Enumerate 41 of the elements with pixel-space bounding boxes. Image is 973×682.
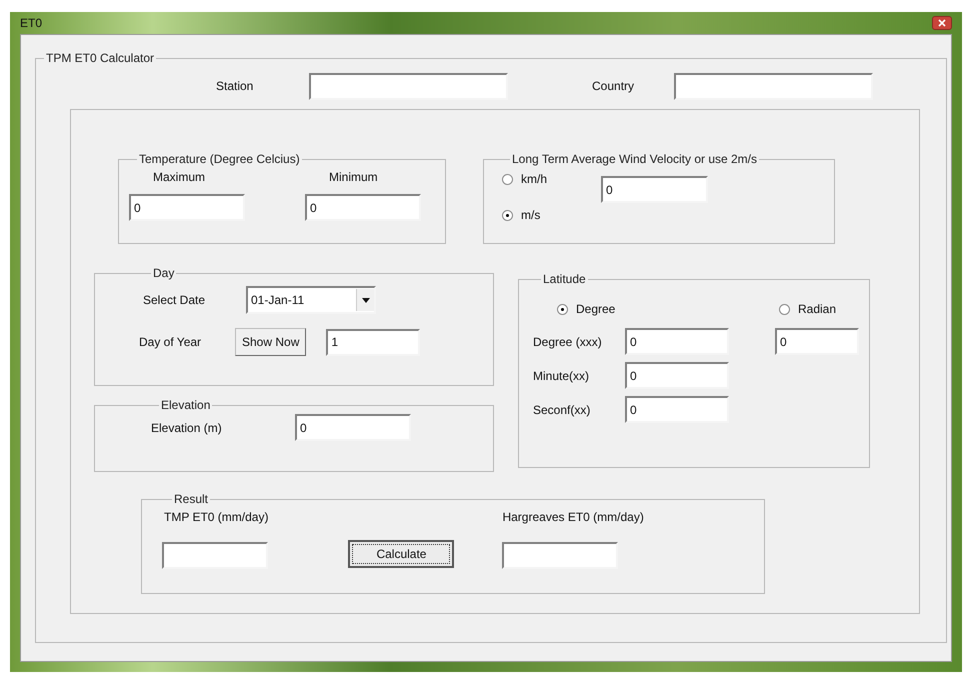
window-title: ET0 [20, 15, 42, 32]
country-label: Country [592, 78, 636, 95]
radio-button[interactable]: Radian [779, 300, 836, 318]
group-title: Temperature (Degree Celcius) [138, 151, 301, 168]
calculate-button[interactable]: Calculate [348, 540, 454, 568]
day-of-year-label: Day of Year [139, 334, 202, 351]
field-label: Seconf(xx) [533, 402, 592, 418]
show-now-button[interactable]: Show Now [235, 328, 306, 356]
group-title: Result [173, 491, 210, 508]
input-field[interactable] [162, 542, 268, 569]
group-title: Day [152, 265, 176, 282]
field-label: TMP ET0 (mm/day) [164, 509, 268, 526]
radio-button[interactable]: m/s [502, 206, 548, 224]
input-field[interactable] [502, 542, 618, 569]
input-field[interactable]: 1 [326, 328, 420, 356]
input-field[interactable]: 0 [305, 194, 421, 221]
input-field[interactable]: 0 [625, 396, 729, 423]
group-title: Elevation [160, 397, 212, 414]
field-label: Minute(xx) [533, 368, 590, 384]
elevation-label: Elevation (m) [151, 420, 223, 436]
group-title: Long Term Average Wind Velocity or use 2m/s [511, 151, 758, 168]
select-date-label: Select Date [143, 292, 206, 309]
input-field[interactable]: 0 [625, 362, 729, 389]
field-label: Degree (xxx) [533, 334, 603, 350]
group-title: TPM ET0 Calculator [45, 50, 156, 67]
close-icon[interactable] [932, 16, 952, 30]
input-field[interactable]: 0 [625, 328, 729, 355]
input-field[interactable]: 0 [601, 176, 708, 203]
field-label: Minimum [329, 169, 379, 186]
input-field[interactable]: 0 [295, 414, 411, 441]
field-label: Maximum [153, 169, 206, 186]
input-field[interactable]: 0 [775, 328, 859, 355]
radio-button[interactable]: km/h [502, 170, 548, 188]
input-field[interactable] [674, 72, 873, 100]
station-label: Station [216, 78, 254, 95]
field-label: Hargreaves ET0 (mm/day) [502, 509, 644, 526]
radio-button[interactable]: Degree [557, 300, 779, 318]
input-field[interactable] [309, 72, 508, 100]
group-title: Latitude [542, 271, 587, 288]
input-field[interactable]: 0 [129, 194, 245, 221]
date-dropdown[interactable]: 01-Jan-11 [246, 286, 376, 314]
